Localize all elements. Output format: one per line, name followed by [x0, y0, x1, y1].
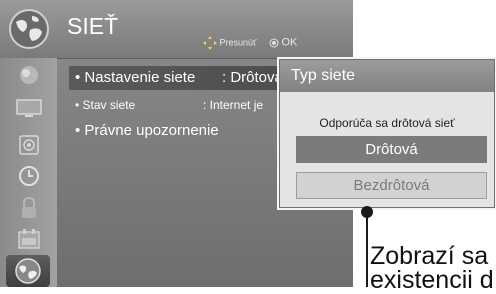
page-title: SIEŤ [67, 13, 119, 39]
dialog-message: Odporúča sa drôtová sieť [319, 116, 455, 130]
menu-item-label: • Právne upozornenie [75, 122, 219, 139]
menu-header: SIEŤ Presunúť OK [0, 0, 353, 59]
clock-icon[interactable] [12, 164, 45, 188]
calendar-icon[interactable] [12, 227, 45, 251]
hint-move-label: Presunúť [219, 37, 257, 48]
menu-item-legal-notice[interactable]: • Právne upozornenie [75, 122, 219, 139]
callout-line-2: existencii d [370, 266, 494, 294]
dialog-title: Typ siete [280, 60, 494, 92]
callout-line-1: Zobrazí sa [370, 242, 489, 270]
menu-item-label: • Stav siete [75, 98, 136, 112]
callout-dot [361, 206, 373, 218]
navigation-pad-icon [203, 36, 217, 50]
callout-line [366, 208, 368, 287]
hint-ok-label: OK [281, 36, 298, 49]
callout-text: Zobrazí sa existencii d [370, 242, 494, 294]
network-globe-icon [9, 9, 49, 49]
network-icon[interactable] [6, 255, 50, 287]
category-sidebar [0, 58, 57, 287]
lock-icon[interactable] [12, 196, 45, 220]
tv-icon[interactable] [12, 96, 45, 120]
option-wired-button[interactable]: Drôtová [296, 136, 487, 163]
menu-item-network-status[interactable]: • Stav siete : Internet je [75, 98, 263, 112]
ok-button-icon [269, 38, 279, 48]
menu-item-label: • Nastavenie siete [75, 69, 196, 86]
picture-icon[interactable] [12, 63, 45, 87]
menu-item-value: : Internet je [203, 98, 264, 112]
navigation-hint: Presunúť OK [203, 36, 297, 50]
audio-icon[interactable] [12, 133, 45, 157]
menu-item-value: : Drôtová [222, 69, 283, 86]
network-type-dialog: Typ siete Odporúča sa drôtová sieť Drôto… [279, 59, 495, 208]
option-wireless-button[interactable]: Bezdrôtová [296, 172, 487, 199]
